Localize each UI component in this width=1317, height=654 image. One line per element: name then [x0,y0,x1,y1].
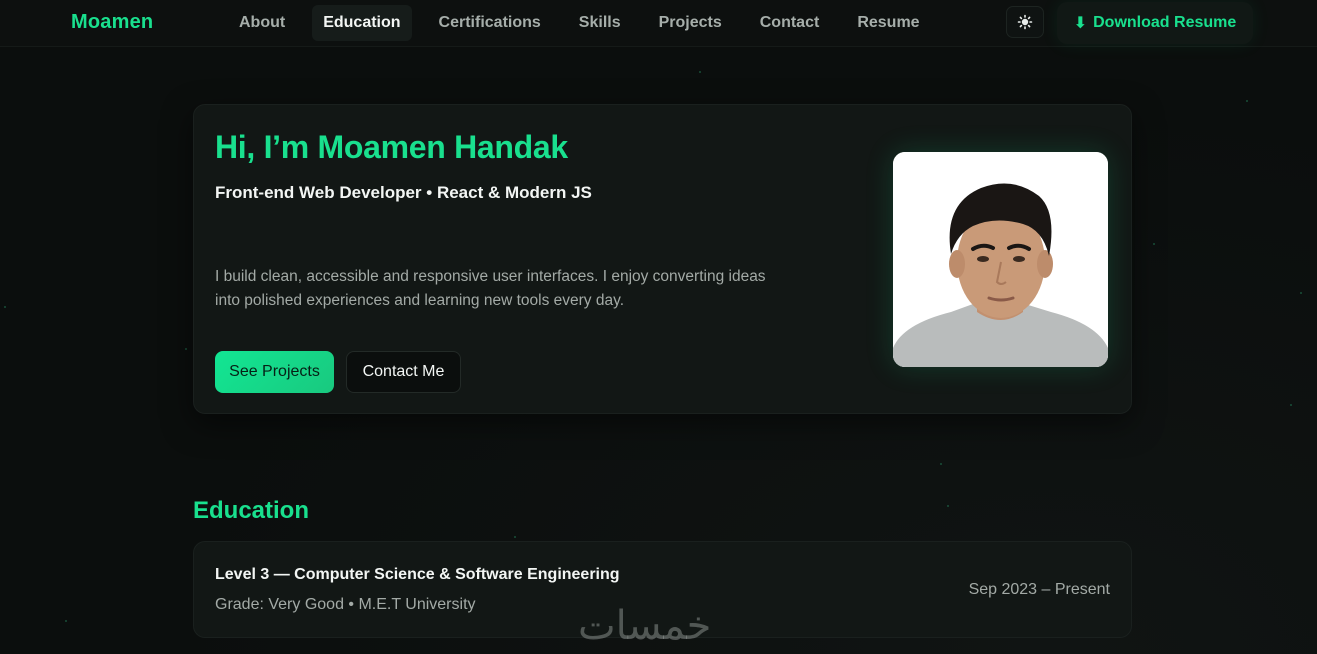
education-date: Sep 2023 – Present [968,581,1110,598]
khamsat-watermark: خمسات [578,603,712,649]
download-resume-button[interactable]: ⬇ Download Resume [1057,2,1253,44]
see-projects-button[interactable]: See Projects [215,351,334,393]
education-section-title: Education [193,497,310,524]
sun-icon [1017,14,1033,30]
nav-link-skills[interactable]: Skills [568,5,632,41]
nav-links: About Education Certifications Skills Pr… [228,5,947,41]
hero-title: Hi, I’m Moamen Handak [215,129,568,165]
download-resume-label: Download Resume [1093,14,1237,31]
nav-link-contact[interactable]: Contact [749,5,831,41]
education-degree: Level 3 — Computer Science & Software En… [215,566,620,583]
nav-link-certifications[interactable]: Certifications [428,5,552,41]
hero-subtitle: Front-end Web Developer • React & Modern… [215,183,592,202]
education-meta: Grade: Very Good • M.E.T University [215,596,476,613]
top-navbar: Moamen About Education Certifications Sk… [0,0,1317,47]
contact-me-button[interactable]: Contact Me [346,351,461,393]
brand-logo[interactable]: Moamen [71,11,153,34]
nav-link-education[interactable]: Education [312,5,412,41]
nav-link-resume[interactable]: Resume [846,5,930,41]
nav-link-about[interactable]: About [228,5,296,41]
theme-toggle-button[interactable] [1006,6,1044,38]
hero-description: I build clean, accessible and responsive… [215,268,766,309]
download-arrow-icon: ⬇ [1073,15,1088,32]
nav-link-projects[interactable]: Projects [648,5,733,41]
profile-photo [893,152,1108,367]
hero-card: Hi, I’m Moamen Handak Front-end Web Deve… [193,104,1132,414]
